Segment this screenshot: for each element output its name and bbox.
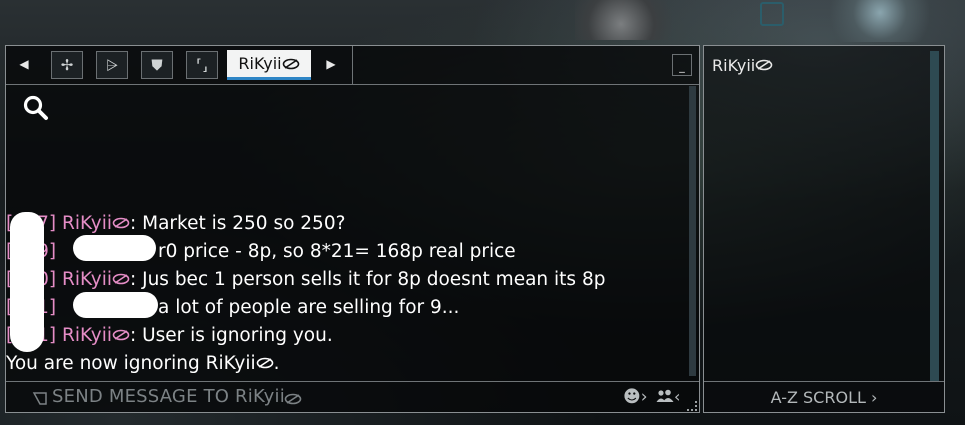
tab-squad[interactable]: ⛊	[141, 51, 173, 79]
background-machinery	[575, 0, 690, 40]
platform-logo-icon	[284, 393, 302, 405]
people-icon	[656, 389, 674, 402]
redaction-mark	[73, 292, 158, 318]
message-text: : Market is 250 so 250?	[130, 213, 346, 234]
system-message: You are now ignoring RiKyii.	[6, 350, 696, 378]
contact-name: RiKyii	[712, 56, 756, 75]
platform-logo-icon	[112, 273, 130, 285]
message-author[interactable]: RiKyii	[62, 269, 112, 290]
tab-label: RiKyii	[238, 54, 282, 73]
send-arrow-icon	[32, 392, 47, 405]
message-text: a lot of people are selling for 9...	[157, 297, 460, 318]
platform-logo-icon	[256, 357, 273, 369]
message-text: : User is ignoring you.	[130, 325, 333, 346]
redaction-mark	[10, 212, 44, 352]
trade-brackets-icon: ⸢⸥	[196, 56, 208, 74]
system-message-text: You are now ignoring RiKyii	[6, 353, 256, 374]
chat-message: [ :10] RiKyii: Jus bec 1 person sells it…	[6, 266, 696, 294]
platform-logo-icon	[755, 59, 773, 71]
az-scroll-button[interactable]: A-Z SCROLL ›	[704, 388, 944, 407]
system-message-suffix: .	[273, 353, 280, 374]
platform-logo-icon	[112, 217, 130, 229]
message-author[interactable]: RiKyii	[62, 325, 112, 346]
chat-message: [ :07] RiKyii: Market is 250 so 250?	[6, 210, 696, 238]
message-input-row: SEND MESSAGE TO RiKyii ☻› ‹	[6, 381, 699, 413]
tab-clan[interactable]: ✢	[51, 51, 83, 79]
resize-handle[interactable]	[687, 401, 697, 411]
tab-scroll-right-button[interactable]: ▶	[323, 57, 339, 71]
platform-logo-icon	[282, 58, 299, 69]
contacts-button[interactable]: ‹	[656, 387, 680, 406]
message-author[interactable]: RiKyii	[62, 213, 112, 234]
clan-emblem-icon: ✢	[60, 56, 74, 74]
contact-list-item[interactable]: RiKyii	[712, 56, 773, 75]
message-text: r0 price - 8p, so 8*21= 168p real price	[157, 241, 516, 262]
people-arrow: ‹	[674, 387, 681, 406]
minimize-button[interactable]: _	[672, 54, 692, 76]
alliance-emblem-icon: ⩥	[105, 56, 118, 74]
platform-logo-icon	[112, 329, 130, 341]
chat-message: [ :11] RiKyii: User is ignoring you.	[6, 322, 696, 350]
message-input[interactable]: SEND MESSAGE TO RiKyii	[52, 386, 285, 407]
emoji-button[interactable]: ☻›	[623, 387, 648, 407]
shield-icon: ⛊	[151, 56, 163, 74]
contacts-scrollbar[interactable]	[930, 51, 939, 381]
tab-alliance[interactable]: ⩥	[96, 51, 128, 79]
tab-whisper-rikyii[interactable]: RiKyii	[227, 50, 311, 80]
tab-trade[interactable]: ⸢⸥	[186, 51, 218, 79]
search-icon[interactable]	[21, 93, 51, 123]
chat-window: ◀ ✢ ⩥ ⛊ ⸢⸥ RiKyii ▶ _ [ :07]	[5, 45, 700, 413]
az-scroll-row: A-Z SCROLL ›	[704, 381, 944, 413]
chat-tab-bar: ◀ ✢ ⩥ ⛊ ⸢⸥ RiKyii ▶ _	[6, 46, 699, 85]
tab-scroll-left-button[interactable]: ◀	[16, 57, 32, 71]
contacts-panel: RiKyii A-Z SCROLL ›	[703, 45, 945, 413]
background-light	[820, 0, 940, 42]
tab-divider	[352, 46, 353, 84]
redaction-mark	[73, 235, 156, 261]
background-panel	[760, 2, 784, 26]
message-text: : Jus bec 1 person sells it for 8p doesn…	[130, 269, 606, 290]
